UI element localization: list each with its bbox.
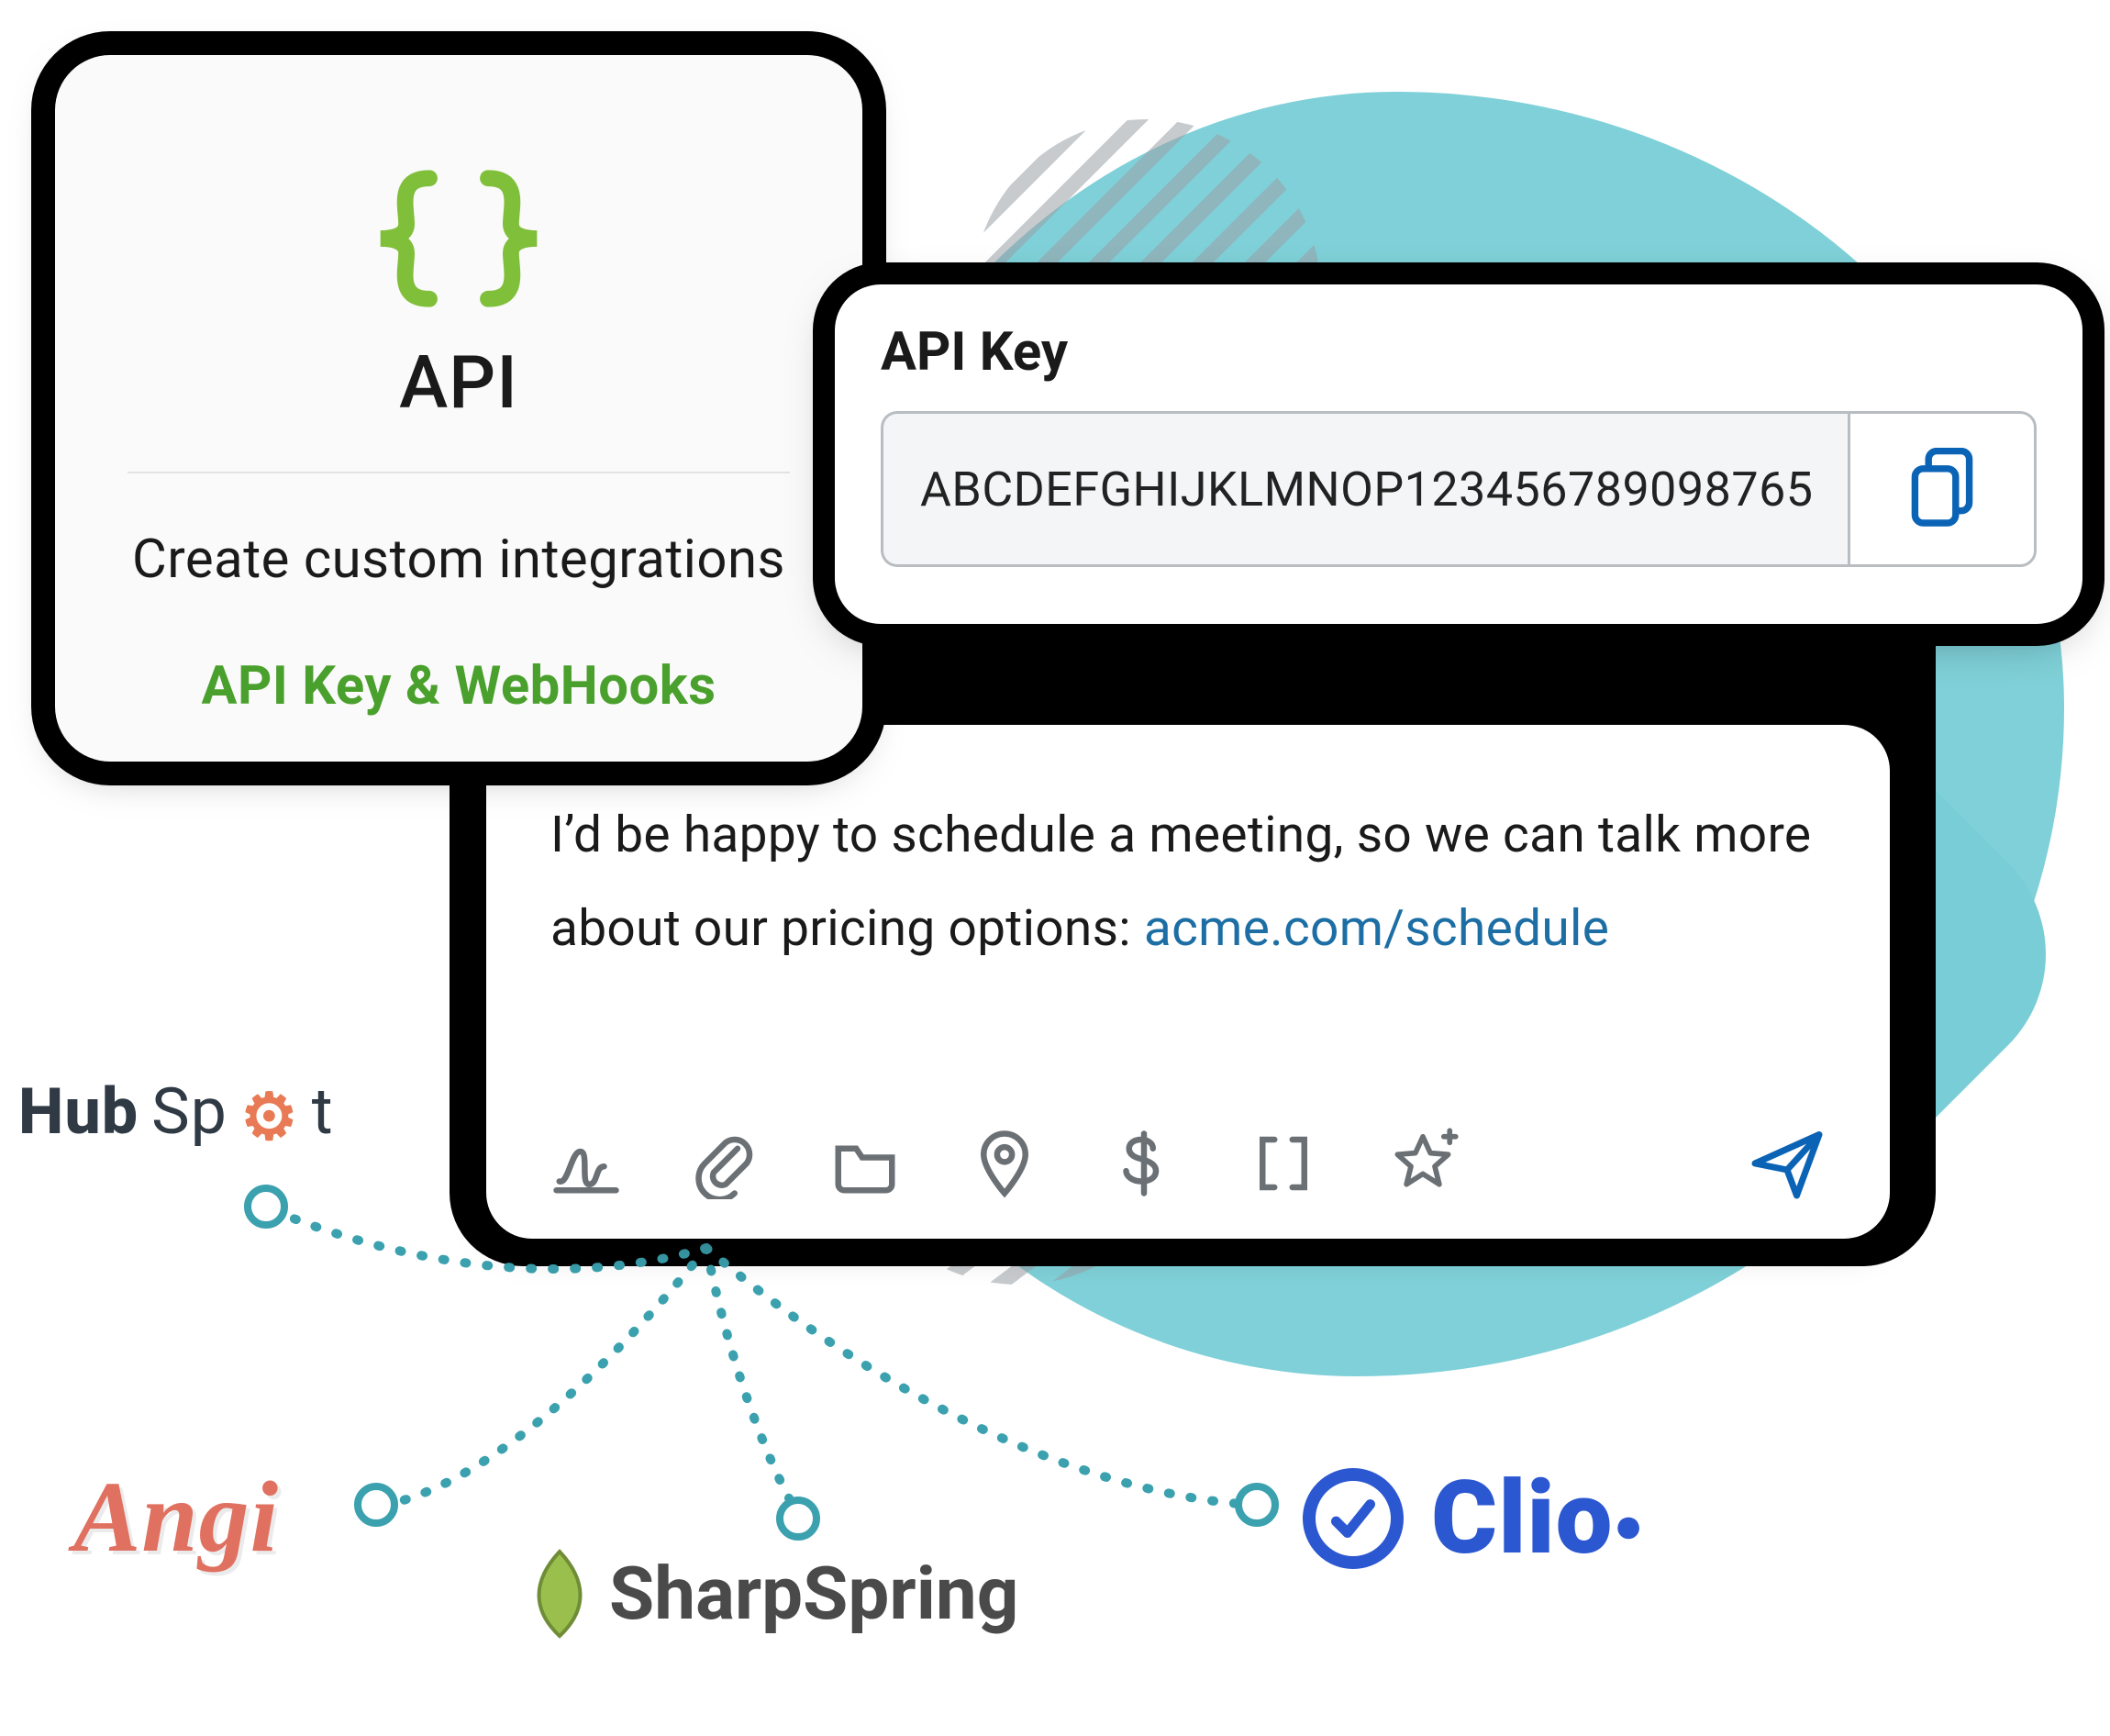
favorite-button[interactable]: [1387, 1128, 1459, 1199]
api-key-panel: API Key ABCDEFGHIJKLMNOP123456789098765: [835, 284, 2082, 624]
send-button[interactable]: [1749, 1125, 1826, 1202]
integration-logo-sharpspring: SharpSpring: [523, 1551, 1018, 1637]
integration-logo-hubspot: HubSp⚙t: [18, 1074, 334, 1150]
composer-toolbar: [550, 1125, 1826, 1202]
copy-button[interactable]: [1848, 411, 2037, 567]
api-card: API Create custom integrations API Key &…: [55, 55, 862, 762]
folder-button[interactable]: [829, 1128, 901, 1199]
divider: [128, 472, 790, 473]
signature-button[interactable]: [550, 1128, 622, 1199]
api-card-subtitle: Create custom integrations: [132, 529, 785, 591]
dollar-icon: [1108, 1128, 1180, 1199]
copy-icon: [1908, 448, 1976, 530]
paperclip-icon: [690, 1128, 761, 1199]
integration-logo-angi: Angi: [73, 1459, 279, 1575]
message-link[interactable]: acme.com/schedule: [1144, 899, 1609, 958]
signature-icon: [550, 1128, 622, 1199]
send-icon: [1749, 1125, 1826, 1202]
curly-braces-icon: [358, 165, 560, 312]
attach-button[interactable]: [690, 1128, 761, 1199]
api-card-title: API: [399, 339, 518, 426]
location-pin-icon: [969, 1128, 1040, 1199]
folder-icon: [829, 1128, 901, 1199]
message-composer: I’d be happy to schedule a meeting, so w…: [486, 725, 1890, 1239]
insert-variable-button[interactable]: [1248, 1128, 1319, 1199]
star-plus-icon: [1387, 1128, 1459, 1199]
brackets-icon: [1248, 1128, 1319, 1199]
integration-logo-clio: Clio●: [1303, 1459, 1645, 1577]
pricing-button[interactable]: [1108, 1128, 1180, 1199]
message-body[interactable]: I’d be happy to schedule a meeting, so w…: [550, 789, 1826, 976]
location-button[interactable]: [969, 1128, 1040, 1199]
api-key-webhooks-link[interactable]: API Key & WebHooks: [201, 655, 716, 718]
api-key-input[interactable]: ABCDEFGHIJKLMNOP123456789098765: [881, 411, 1848, 567]
api-key-label: API Key: [881, 321, 2037, 384]
